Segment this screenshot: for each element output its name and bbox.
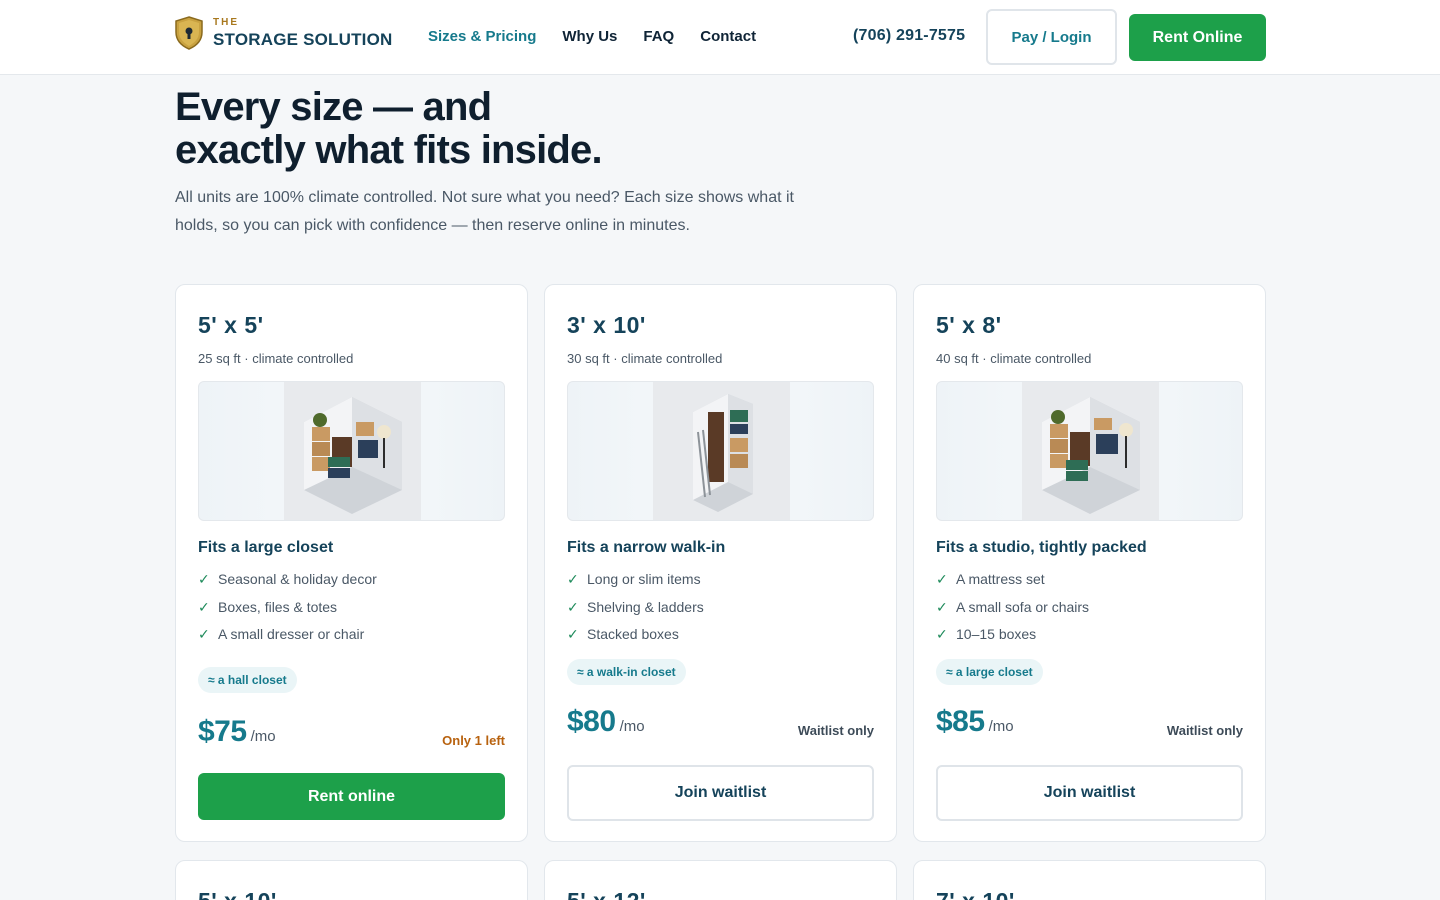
- main-nav: Sizes & Pricing Why Us FAQ Contact: [428, 28, 756, 45]
- price-amount: $80: [567, 705, 616, 738]
- size-comparison-chip: ≈ a walk-in closet: [567, 659, 686, 685]
- phone-link[interactable]: (706) 291-7575: [853, 27, 965, 45]
- unit-size: 7' x 10': [936, 888, 1015, 900]
- unit-fits-list: ✓ Seasonal & holiday decor ✓ Boxes, files …: [198, 571, 377, 654]
- list-item: ✓ A small sofa or chairs: [936, 599, 1089, 627]
- unit-size: 5' x 12': [567, 888, 646, 900]
- unit-size: 3' x 10': [567, 312, 646, 338]
- brand-logo[interactable]: THE STORAGE SOLUTION: [175, 16, 393, 50]
- list-item: ✓ Shelving & ladders: [567, 599, 704, 627]
- list-item: ✓ Long or slim items: [567, 571, 704, 599]
- size-comparison-chip: ≈ a large closet: [936, 659, 1043, 685]
- unit-card: 5' x 10': [175, 860, 528, 900]
- storage-unit-image: [284, 382, 421, 520]
- unit-fits-heading: Fits a narrow walk-in: [567, 539, 726, 556]
- brand-name: STORAGE SOLUTION: [213, 30, 393, 49]
- unit-card: 5' x 5' 25 sq ft · climate controlled Fi…: [175, 284, 528, 842]
- list-item: ✓ Seasonal & holiday decor: [198, 571, 377, 599]
- unit-card: 7' x 10': [913, 860, 1266, 900]
- list-item: ✓ A mattress set: [936, 571, 1089, 599]
- unit-price: $85 /mo: [936, 705, 1014, 739]
- check-icon: ✓: [567, 626, 579, 642]
- list-item: ✓ 10–15 boxes: [936, 626, 1089, 654]
- page-title-line-2: exactly what fits inside.: [175, 128, 603, 172]
- unit-illustration: [936, 381, 1243, 521]
- site-header: THE STORAGE SOLUTION Sizes & Pricing Why…: [0, 0, 1440, 75]
- unit-meta: 40 sq ft · climate controlled: [936, 351, 1092, 366]
- price-unit: /mo: [988, 718, 1014, 735]
- nav-faq[interactable]: FAQ: [643, 28, 674, 45]
- unit-price: $80 /mo: [567, 705, 645, 739]
- list-item: ✓ Boxes, files & totes: [198, 599, 377, 627]
- unit-card: 5' x 12': [544, 860, 897, 900]
- check-icon: ✓: [198, 626, 210, 642]
- shield-lock-icon: [175, 16, 203, 50]
- list-item: ✓ A small dresser or chair: [198, 626, 377, 654]
- list-item-text: Long or slim items: [587, 571, 701, 587]
- unit-illustration: [567, 381, 874, 521]
- list-item-text: Boxes, files & totes: [218, 598, 338, 615]
- check-icon: ✓: [198, 598, 210, 615]
- pay-login-button[interactable]: Pay / Login: [986, 9, 1117, 65]
- list-item-text: 10–15 boxes: [956, 626, 1037, 642]
- check-icon: ✓: [198, 571, 210, 587]
- list-item-text: A small dresser or chair: [218, 626, 365, 642]
- page-subtitle: All units are 100% climate controlled. N…: [175, 189, 794, 234]
- check-icon: ✓: [567, 598, 579, 615]
- list-item-text: A small sofa or chairs: [956, 598, 1090, 615]
- unit-meta: 25 sq ft · climate controlled: [198, 351, 354, 366]
- join-waitlist-button[interactable]: Join waitlist: [936, 765, 1243, 821]
- nav-why-us[interactable]: Why Us: [562, 28, 617, 45]
- unit-fits-heading: Fits a large closet: [198, 539, 334, 556]
- check-icon: ✓: [936, 598, 948, 615]
- rent-online-header-button[interactable]: Rent Online: [1129, 14, 1266, 61]
- list-item-text: Shelving & ladders: [587, 598, 704, 615]
- unit-size: 5' x 10': [198, 888, 277, 900]
- page-title-line-1: Every size — and: [175, 85, 492, 129]
- list-item-text: A mattress set: [956, 571, 1045, 587]
- check-icon: ✓: [936, 626, 948, 642]
- unit-card: 3' x 10' 30 sq ft · climate controlled F…: [544, 284, 897, 842]
- unit-meta: 30 sq ft · climate controlled: [567, 351, 723, 366]
- list-item: ✓ Stacked boxes: [567, 626, 704, 654]
- unit-card: 5' x 8' 40 sq ft · climate controlled Fi…: [913, 284, 1266, 842]
- availability-status: Waitlist only: [797, 723, 874, 738]
- storage-unit-image: [1022, 382, 1159, 520]
- check-icon: ✓: [567, 571, 579, 587]
- availability-status: Waitlist only: [1166, 723, 1243, 738]
- price-amount: $75: [198, 715, 247, 748]
- list-item-text: Stacked boxes: [587, 626, 679, 642]
- unit-illustration: [198, 381, 505, 521]
- join-waitlist-button[interactable]: Join waitlist: [567, 765, 874, 821]
- price-unit: /mo: [619, 718, 645, 735]
- nav-sizes-pricing[interactable]: Sizes & Pricing: [428, 28, 536, 45]
- nav-contact[interactable]: Contact: [700, 28, 756, 45]
- list-item-text: Seasonal & holiday decor: [218, 571, 377, 587]
- unit-size: 5' x 8': [936, 312, 1002, 338]
- storage-unit-image: [653, 382, 790, 520]
- price-unit: /mo: [250, 728, 276, 745]
- availability-status: Only 1 left: [442, 733, 505, 748]
- unit-price: $75 /mo: [198, 715, 276, 749]
- unit-fits-list: ✓ A mattress set ✓ A small sofa or chairs …: [936, 571, 1089, 654]
- size-comparison-chip: ≈ a hall closet: [198, 667, 297, 693]
- brand-small-text: THE: [213, 17, 239, 28]
- rent-online-button[interactable]: Rent online: [198, 773, 505, 820]
- unit-size: 5' x 5': [198, 312, 264, 338]
- page-title: Every size — and exactly what fits insid…: [175, 85, 603, 172]
- unit-fits-list: ✓ Long or slim items ✓ Shelving & ladders …: [567, 571, 704, 654]
- unit-fits-heading: Fits a studio, tightly packed: [936, 539, 1147, 556]
- price-amount: $85: [936, 705, 985, 738]
- check-icon: ✓: [936, 571, 948, 587]
